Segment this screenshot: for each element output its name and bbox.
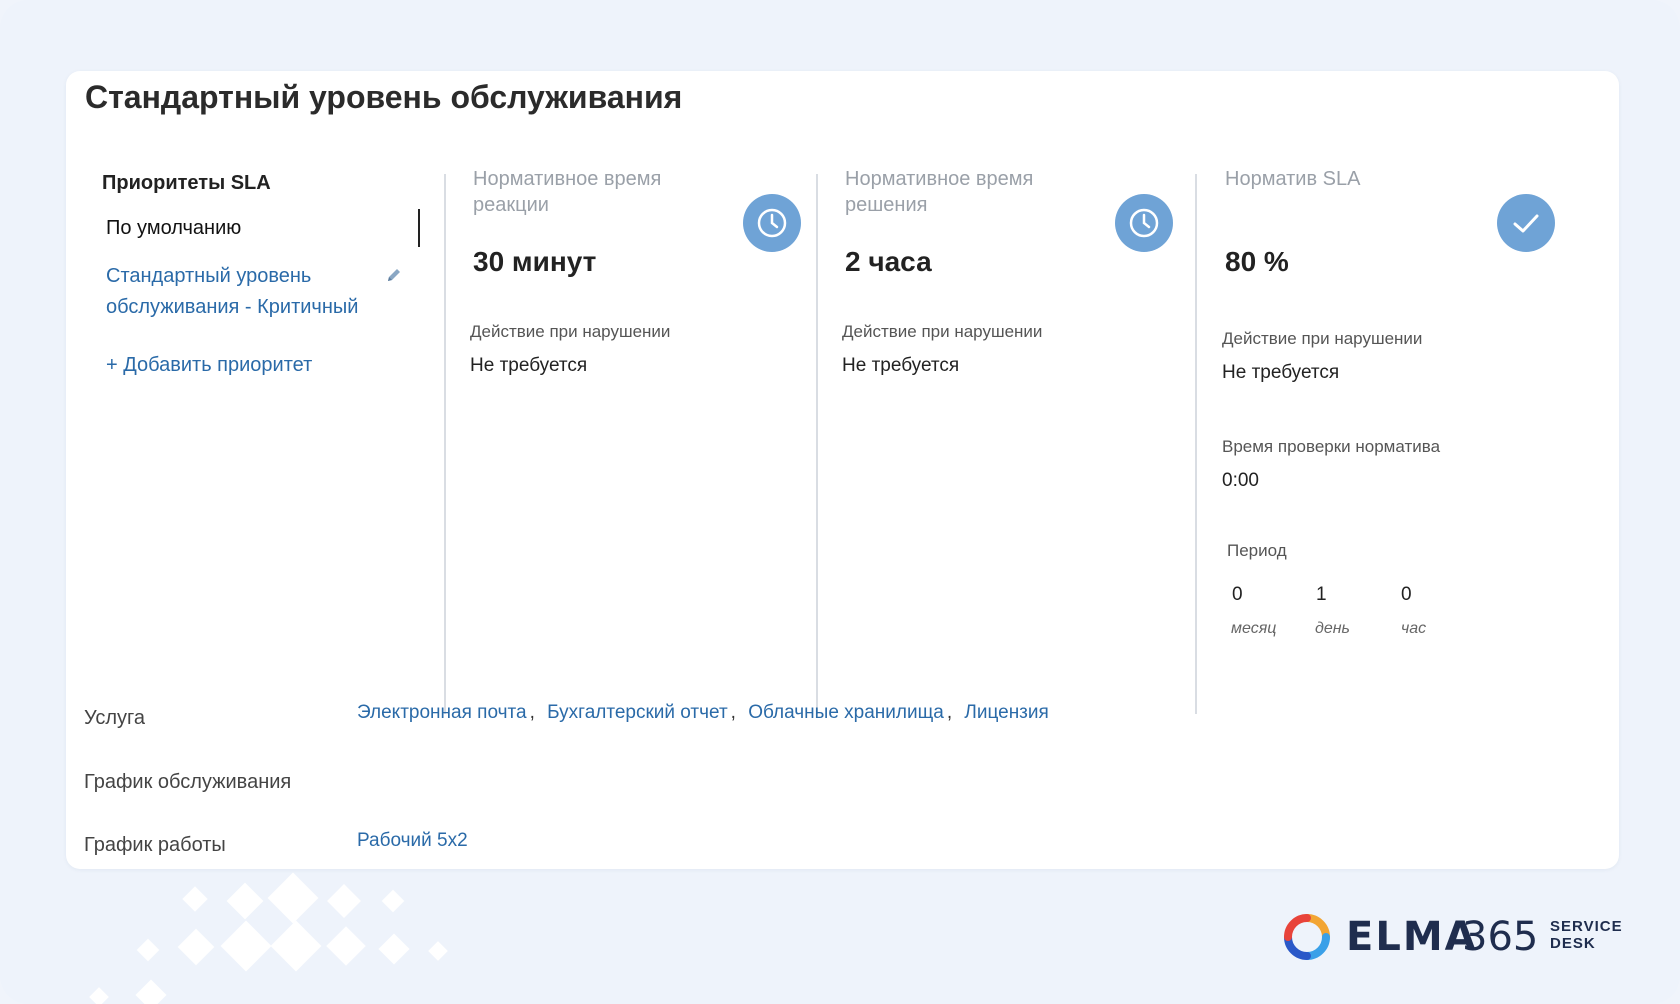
add-priority-button[interactable]: + Добавить приоритет xyxy=(106,354,312,377)
service-schedule-label: График обслуживания xyxy=(84,771,292,793)
work-schedule-label: График работы xyxy=(84,834,226,856)
sla-card: Стандартный уровень обслуживания Приорит… xyxy=(66,71,1619,869)
priority-item-critical[interactable]: Стандартный уровень обслуживания - Крити… xyxy=(106,261,386,323)
violation-value: Не требуется xyxy=(1222,362,1340,383)
violation-value: Не требуется xyxy=(842,355,960,376)
clock-icon xyxy=(743,194,801,252)
metric-resolution: Нормативное время решения 2 часа Действи… xyxy=(842,166,1185,726)
violation-label: Действие при нарушении xyxy=(1222,329,1423,348)
metric-label: Норматив SLA xyxy=(1225,168,1361,190)
service-links: Электронная почта, Бухгалтерский отчет, … xyxy=(357,702,1049,723)
period-month-unit: месяц xyxy=(1231,620,1277,637)
logo-mark-icon xyxy=(1284,914,1330,960)
service-link[interactable]: Бухгалтерский отчет xyxy=(547,702,728,723)
metric-value: 80 % xyxy=(1225,246,1289,277)
period-label: Период xyxy=(1227,541,1287,560)
pencil-icon[interactable] xyxy=(386,267,402,283)
logo-number: 365 xyxy=(1462,914,1539,960)
period-day-unit: день xyxy=(1315,620,1350,637)
logo-word: ELMA xyxy=(1346,914,1478,960)
logo-sub-service: SERVICE xyxy=(1550,918,1623,935)
selection-indicator xyxy=(418,209,420,247)
clock-icon xyxy=(1115,194,1173,252)
service-link[interactable]: Облачные хранилища xyxy=(748,702,944,723)
metric-reaction: Нормативное время реакции 30 минут Дейст… xyxy=(470,166,813,726)
period-day-value: 1 xyxy=(1316,584,1327,605)
work-schedule-link[interactable]: Рабочий 5x2 xyxy=(357,830,468,852)
column-divider xyxy=(816,174,818,714)
period-hour-unit: час xyxy=(1401,620,1427,637)
check-icon xyxy=(1497,194,1555,252)
metric-label: Нормативное время решения xyxy=(845,168,1034,216)
metric-value: 2 часа xyxy=(845,246,932,277)
check-time-value: 0:00 xyxy=(1222,470,1259,491)
service-label: Услуга xyxy=(84,707,146,729)
service-link[interactable]: Электронная почта xyxy=(357,702,527,723)
page-background: Стандартный уровень обслуживания Приорит… xyxy=(0,0,1680,1004)
period-hour-value: 0 xyxy=(1401,584,1412,605)
elma365-logo: ELMA 365 SERVICE DESK xyxy=(1284,910,1624,962)
check-time-label: Время проверки норматива xyxy=(1222,437,1441,456)
column-divider xyxy=(1195,174,1197,714)
priority-item-default[interactable]: По умолчанию xyxy=(106,217,241,240)
priorities-heading: Приоритеты SLA xyxy=(102,172,271,194)
service-link[interactable]: Лицензия xyxy=(964,702,1048,723)
violation-label: Действие при нарушении xyxy=(470,322,671,341)
logo-subtitle: SERVICE DESK xyxy=(1550,918,1623,952)
column-divider xyxy=(444,174,446,714)
metric-label: Нормативное время реакции xyxy=(473,168,662,216)
violation-value: Не требуется xyxy=(470,355,588,376)
violation-label: Действие при нарушении xyxy=(842,322,1043,341)
metric-sla: Норматив SLA 80 % Действие при нарушении… xyxy=(1222,166,1565,726)
page-title: Стандартный уровень обслуживания xyxy=(85,79,683,115)
metric-value: 30 минут xyxy=(473,246,597,277)
period-month-value: 0 xyxy=(1232,584,1243,605)
logo-sub-desk: DESK xyxy=(1550,935,1596,952)
